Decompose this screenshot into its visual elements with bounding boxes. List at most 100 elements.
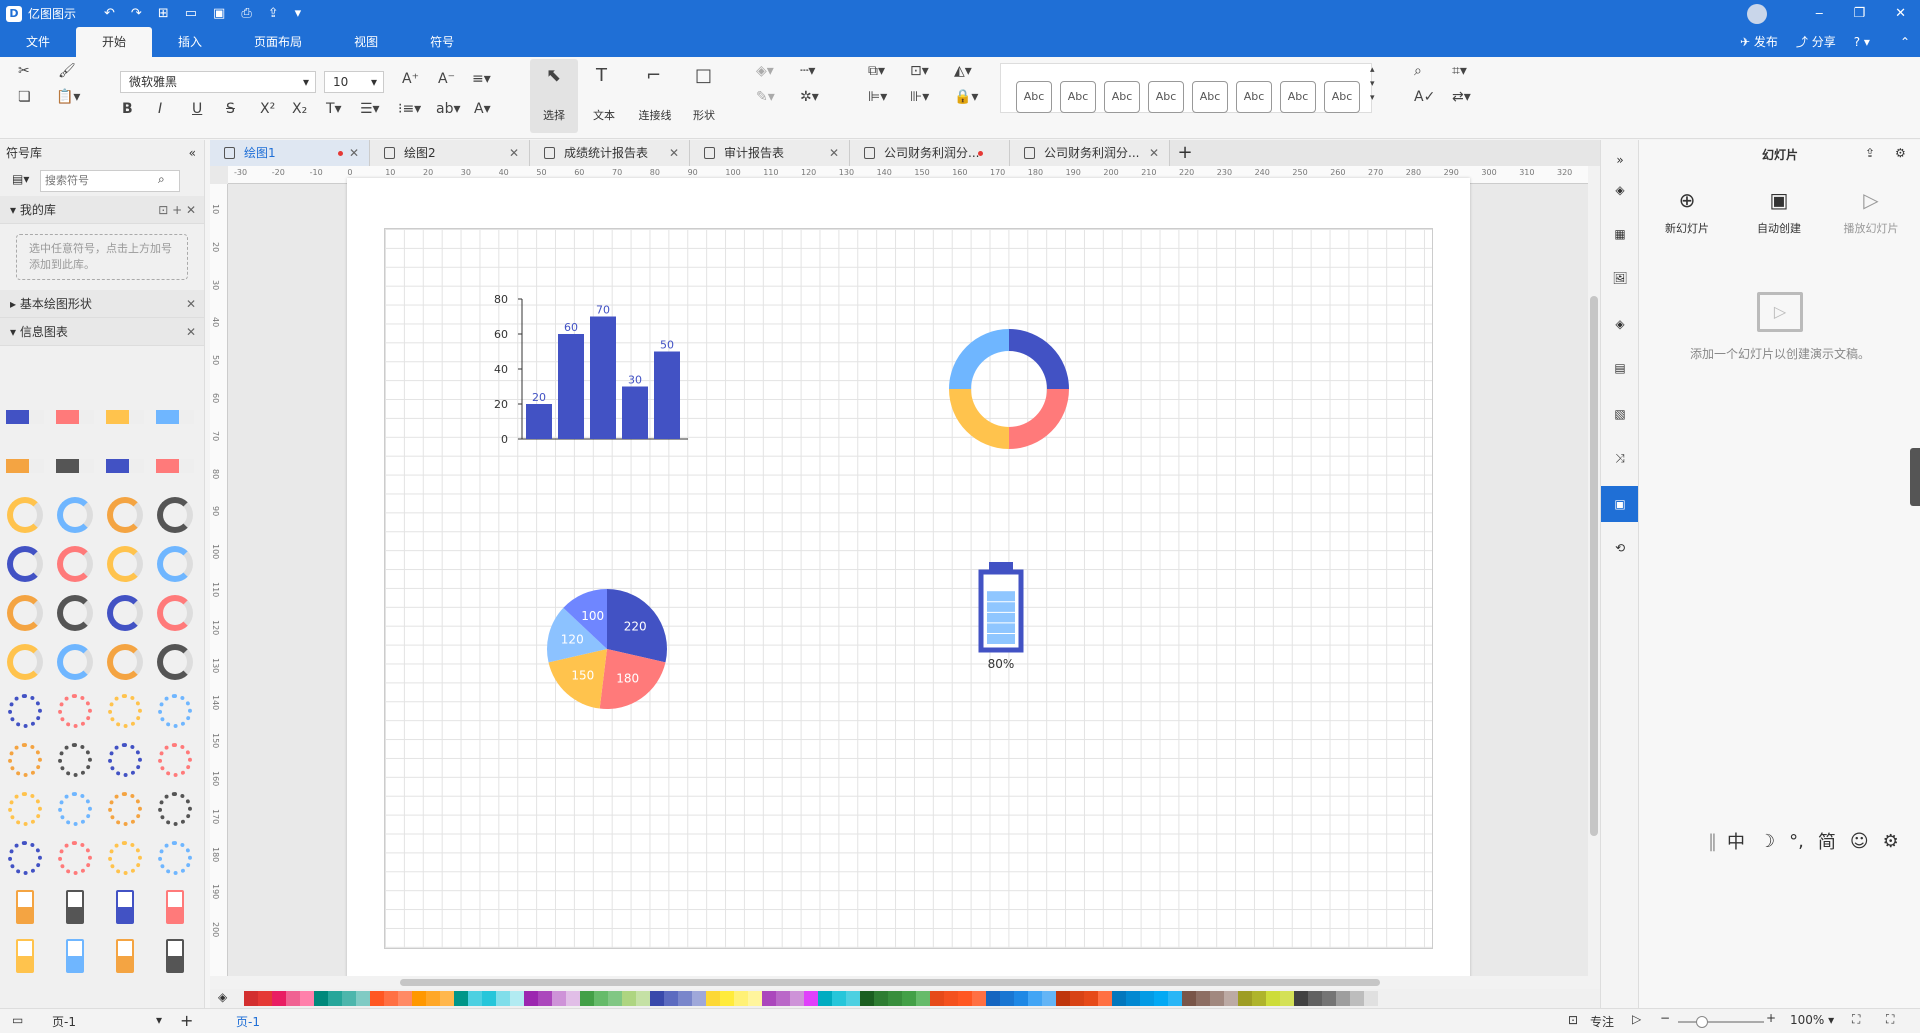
color-swatch[interactable] [958, 991, 972, 1006]
shrink-font-icon[interactable]: A⁻ [438, 71, 455, 87]
close-basic-icon[interactable]: ✕ [186, 290, 196, 318]
strip-shuffle-icon[interactable]: ⤨ [1601, 440, 1639, 476]
infographic-thumbnail[interactable] [100, 539, 150, 588]
color-swatch[interactable] [916, 991, 930, 1006]
minimize-icon[interactable]: ‒ [1815, 6, 1823, 21]
subscript-icon[interactable]: X₂ [292, 101, 307, 117]
strikethrough-icon[interactable]: S [226, 101, 235, 117]
infographic-thumbnail[interactable] [0, 882, 50, 931]
infographic-thumbnail[interactable] [0, 735, 50, 784]
vertical-scroll-thumb[interactable] [1590, 296, 1598, 836]
infographic-thumbnail[interactable] [50, 637, 100, 686]
color-swatch[interactable] [1224, 991, 1238, 1006]
color-swatch[interactable] [1182, 991, 1196, 1006]
color-swatch[interactable] [1140, 991, 1154, 1006]
infographic-thumbnail[interactable] [0, 833, 50, 882]
crop-icon[interactable]: ⌗▾ [1452, 63, 1467, 79]
tab-audit-report[interactable]: 审计报告表 ✕ [690, 140, 850, 166]
infographic-thumbnail[interactable] [50, 784, 100, 833]
color-swatch[interactable] [524, 991, 538, 1006]
superscript-icon[interactable]: X² [260, 101, 275, 117]
strip-layers-icon[interactable]: ◈ [1601, 306, 1639, 342]
color-swatch[interactable] [1364, 991, 1378, 1006]
color-swatch[interactable] [566, 991, 580, 1006]
color-swatch[interactable] [1000, 991, 1014, 1006]
color-swatch[interactable] [1126, 991, 1140, 1006]
infographic-thumbnail[interactable] [50, 490, 100, 539]
drawing-page[interactable]: 0 20 40 60 80 20 60 70 30 50 220 180 150 120 100 80% [347, 178, 1470, 978]
infographic-thumbnail[interactable] [100, 833, 150, 882]
line-style-icon[interactable]: ┄▾ [800, 63, 815, 79]
infographic-thumbnail[interactable] [150, 735, 200, 784]
library-menu-icon[interactable]: ▤▾ [12, 172, 29, 186]
ime-chinese[interactable]: 中 [1727, 828, 1745, 854]
color-swatch[interactable] [1154, 991, 1168, 1006]
add-page-button[interactable]: + [180, 1011, 193, 1030]
strip-data-icon[interactable]: ▧ [1601, 396, 1639, 432]
color-swatch[interactable] [1112, 991, 1126, 1006]
redo-icon[interactable]: ↷ [131, 6, 142, 21]
paste-icon[interactable]: 📋▾ [56, 89, 80, 105]
fit-page-icon[interactable]: ⛶ [1852, 1012, 1860, 1027]
color-swatch[interactable] [1280, 991, 1294, 1006]
infographic-thumbnail[interactable] [150, 882, 200, 931]
infographic-thumbnail[interactable] [100, 784, 150, 833]
infographic-thumbnail[interactable] [150, 392, 200, 441]
infographic-thumbnail[interactable] [150, 637, 200, 686]
menu-insert[interactable]: 插入 [152, 27, 228, 57]
color-swatch[interactable] [580, 991, 594, 1006]
color-swatch[interactable] [776, 991, 790, 1006]
color-swatch[interactable] [314, 991, 328, 1006]
color-swatch[interactable] [412, 991, 426, 1006]
color-swatch[interactable] [930, 991, 944, 1006]
ime-emoji-icon[interactable]: ☺ [1850, 831, 1869, 852]
export-slides-icon[interactable]: ⇪ [1865, 146, 1875, 160]
tab-finance-2[interactable]: 公司财务利润分... ✕ [1010, 140, 1170, 166]
ime-handle[interactable]: ‖ [1708, 831, 1717, 852]
my-library-header[interactable]: ▾ 我的库 ⊡ + ✕ [0, 196, 204, 224]
ime-moon-icon[interactable]: ☽ [1759, 831, 1775, 852]
color-swatch[interactable] [902, 991, 916, 1006]
style-preset-7[interactable]: Abc [1280, 81, 1316, 113]
format-painter-icon[interactable]: 🖌 [58, 63, 76, 79]
infographic-thumbnail[interactable] [150, 539, 200, 588]
vertical-scrollbar[interactable] [1588, 166, 1600, 989]
cut-icon[interactable]: ✂ [18, 63, 30, 79]
infographic-thumbnail[interactable] [100, 686, 150, 735]
shape-tool-button[interactable]: □ 形状 [682, 59, 726, 133]
color-swatch[interactable] [720, 991, 734, 1006]
color-swatch[interactable] [468, 991, 482, 1006]
color-swatch[interactable] [874, 991, 888, 1006]
color-swatch[interactable] [1266, 991, 1280, 1006]
tab-grade-report[interactable]: 成绩统计报告表 ✕ [530, 140, 690, 166]
close-window-icon[interactable]: ✕ [1895, 6, 1906, 21]
style-preset-5[interactable]: Abc [1192, 81, 1228, 113]
text-highlight-icon[interactable]: ab▾ [436, 101, 461, 117]
color-swatch[interactable] [258, 991, 272, 1006]
color-swatch[interactable] [482, 991, 496, 1006]
color-swatch[interactable] [496, 991, 510, 1006]
menu-page-layout[interactable]: 页面布局 [228, 27, 328, 57]
color-swatch[interactable] [944, 991, 958, 1006]
replace-shape-icon[interactable]: ⇄▾ [1452, 89, 1471, 105]
color-swatch[interactable] [650, 991, 664, 1006]
lock-icon[interactable]: 🔒▾ [954, 89, 978, 105]
color-swatch[interactable] [692, 991, 706, 1006]
color-swatch[interactable] [286, 991, 300, 1006]
close-tab-icon[interactable]: ✕ [349, 140, 359, 166]
page-select[interactable]: 页-1 ▾ [52, 1013, 162, 1030]
play-presentation-icon[interactable]: ▷ [1632, 1012, 1641, 1026]
tab-finance-1[interactable]: 公司财务利润分... [850, 140, 1010, 166]
horizontal-scrollbar[interactable] [210, 976, 1588, 989]
align-icon[interactable]: ≡▾ [472, 71, 491, 87]
font-family-select[interactable]: 微软雅黑 ▾ [120, 71, 316, 93]
color-swatch[interactable] [846, 991, 860, 1006]
close-tab-icon[interactable]: ✕ [1149, 140, 1159, 166]
font-color-icon[interactable]: A▾ [474, 101, 491, 117]
color-swatch[interactable] [1336, 991, 1350, 1006]
color-swatch[interactable] [608, 991, 622, 1006]
infographic-thumbnail[interactable] [150, 588, 200, 637]
color-swatch[interactable] [510, 991, 524, 1006]
effects-icon[interactable]: ✲▾ [800, 89, 819, 105]
color-swatch[interactable] [1042, 991, 1056, 1006]
